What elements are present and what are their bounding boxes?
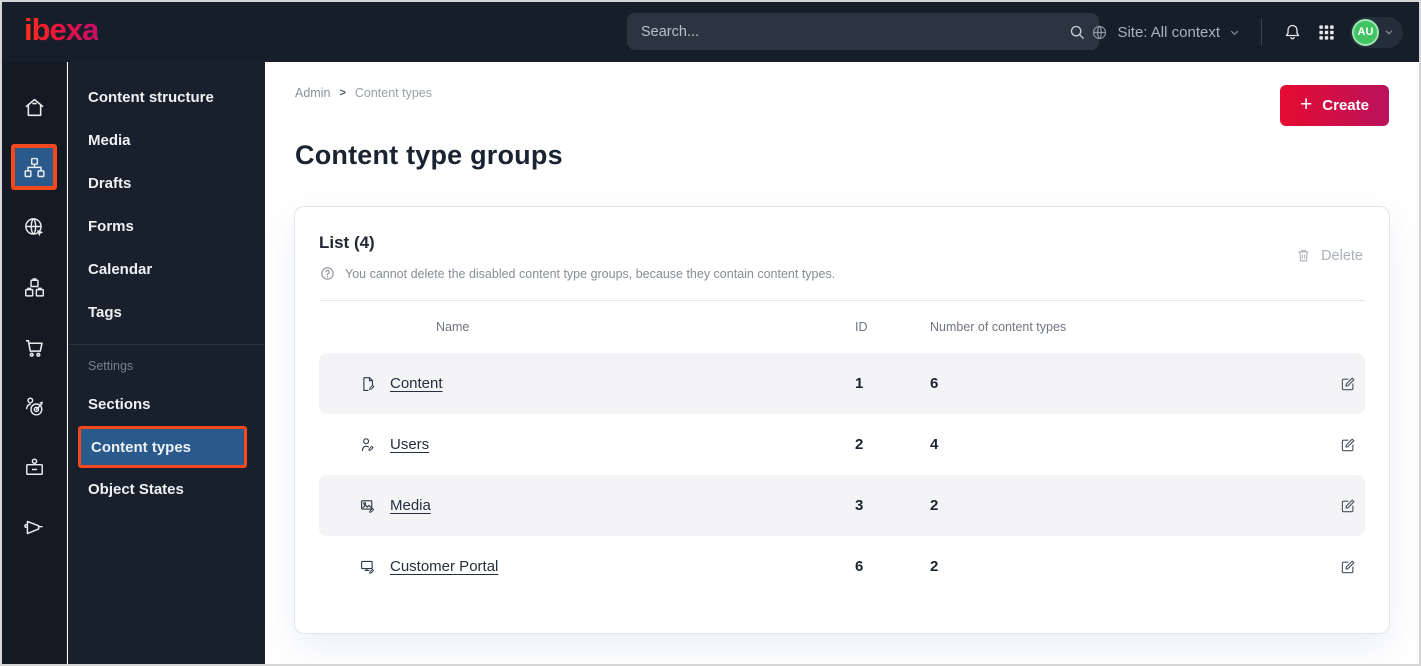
chevron-down-icon <box>1383 26 1395 38</box>
create-button-label: Create <box>1322 97 1369 114</box>
content-file-icon <box>359 375 377 393</box>
search-input[interactable] <box>641 23 1067 40</box>
group-id: 6 <box>855 558 864 575</box>
sidebar-item-content-types[interactable]: Content types <box>78 426 247 468</box>
table-row-customer-portal: Customer Portal 6 2 <box>319 536 1365 597</box>
group-count: 2 <box>930 497 939 514</box>
sidebar-item-forms[interactable]: Forms <box>68 205 265 248</box>
trash-icon <box>1295 247 1312 264</box>
admin-badge-icon <box>22 455 47 480</box>
site-context-selector[interactable]: Site: All context <box>1090 23 1241 42</box>
create-button[interactable]: + Create <box>1280 85 1389 126</box>
topbar-divider <box>1261 19 1262 45</box>
user-menu[interactable]: AU <box>1350 16 1403 48</box>
main-content: Admin > Content types + Create Content t… <box>265 62 1419 664</box>
media-image-icon <box>359 497 377 515</box>
group-id: 2 <box>855 436 864 453</box>
home-icon <box>22 95 47 120</box>
list-info-text: You cannot delete the disabled content t… <box>345 266 836 281</box>
sidebar-item-drafts[interactable]: Drafts <box>68 162 265 205</box>
personalization-target-icon <box>22 395 47 420</box>
table-row-users: Users 2 4 <box>319 414 1365 475</box>
group-count: 4 <box>930 436 939 453</box>
rail-item-content-structure[interactable] <box>11 144 57 190</box>
site-globe-icon <box>22 215 47 240</box>
column-name: Name <box>436 320 470 334</box>
breadcrumb-content-types: Content types <box>354 86 433 100</box>
group-link-media[interactable]: Media <box>390 497 431 514</box>
sidebar-item-tags[interactable]: Tags <box>68 291 265 334</box>
table-header: Name ID Number of content types <box>319 301 1365 353</box>
breadcrumb-separator: > <box>339 87 346 99</box>
rail-item-admin[interactable] <box>11 444 57 490</box>
megaphone-icon <box>22 515 47 540</box>
question-circle-icon <box>319 265 336 282</box>
app-grid-icon[interactable] <box>1317 23 1336 42</box>
edit-icon[interactable] <box>1339 375 1357 393</box>
products-boxes-icon <box>22 275 47 300</box>
sidebar-item-sections[interactable]: Sections <box>68 383 265 426</box>
list-title: List (4) <box>319 233 375 252</box>
rail-item-products[interactable] <box>11 264 57 310</box>
sidebar-item-object-states[interactable]: Object States <box>68 468 265 511</box>
table-row-content: Content 1 6 <box>319 353 1365 414</box>
breadcrumb-admin[interactable]: Admin <box>295 86 330 100</box>
top-bar: ibexa Site: All context <box>2 2 1419 62</box>
globe-icon <box>1090 23 1109 42</box>
ibexa-logo[interactable]: ibexa <box>24 12 99 48</box>
notifications-bell-icon[interactable] <box>1282 22 1303 43</box>
table-body: Content 1 6 Users 2 4 Media 3 2 Customer… <box>319 353 1365 597</box>
content-structure-icon <box>22 155 47 180</box>
rail-item-commerce[interactable] <box>11 324 57 370</box>
site-context-label: Site: All context <box>1117 23 1220 41</box>
delete-button-label: Delete <box>1321 247 1363 264</box>
group-id: 3 <box>855 497 864 514</box>
column-count: Number of content types <box>930 320 1067 334</box>
page-title: Content type groups <box>295 140 563 170</box>
sidebar-item-content-structure[interactable]: Content structure <box>68 76 265 119</box>
rail-item-dashboard[interactable] <box>11 84 57 130</box>
rail-item-personalization[interactable] <box>11 384 57 430</box>
sidebar-divider <box>68 344 265 345</box>
group-count: 6 <box>930 375 939 392</box>
cart-icon <box>22 335 47 360</box>
breadcrumb: Admin > Content types <box>295 86 432 100</box>
edit-icon[interactable] <box>1339 558 1357 576</box>
sidebar-item-media[interactable]: Media <box>68 119 265 162</box>
rail-item-site[interactable] <box>11 204 57 250</box>
search-icon[interactable] <box>1067 22 1087 42</box>
sidebar-section-settings: Settings <box>88 359 134 373</box>
portal-monitor-icon <box>359 558 377 576</box>
edit-icon[interactable] <box>1339 436 1357 454</box>
group-count: 2 <box>930 558 939 575</box>
edit-icon[interactable] <box>1339 497 1357 515</box>
group-link-content[interactable]: Content <box>390 375 443 392</box>
group-link-customer-portal[interactable]: Customer Portal <box>390 558 498 575</box>
delete-button[interactable]: Delete <box>1295 247 1363 264</box>
sidebar: Content structure Media Drafts Forms Cal… <box>68 62 265 664</box>
chevron-down-icon <box>1228 26 1241 39</box>
table-row-media: Media 3 2 <box>319 475 1365 536</box>
rail-item-promotions[interactable] <box>11 504 57 550</box>
users-person-icon <box>359 436 377 454</box>
group-id: 1 <box>855 375 864 392</box>
app-window: ibexa Site: All context <box>0 0 1421 666</box>
icon-rail <box>2 62 67 664</box>
avatar: AU <box>1352 18 1379 46</box>
global-search[interactable] <box>627 13 1099 50</box>
group-link-users[interactable]: Users <box>390 436 429 453</box>
column-id: ID <box>855 320 868 334</box>
content-type-groups-card: List (4) You cannot delete the disabled … <box>294 206 1390 634</box>
plus-icon: + <box>1300 93 1313 116</box>
list-info: You cannot delete the disabled content t… <box>319 265 1365 282</box>
sidebar-item-calendar[interactable]: Calendar <box>68 248 265 291</box>
